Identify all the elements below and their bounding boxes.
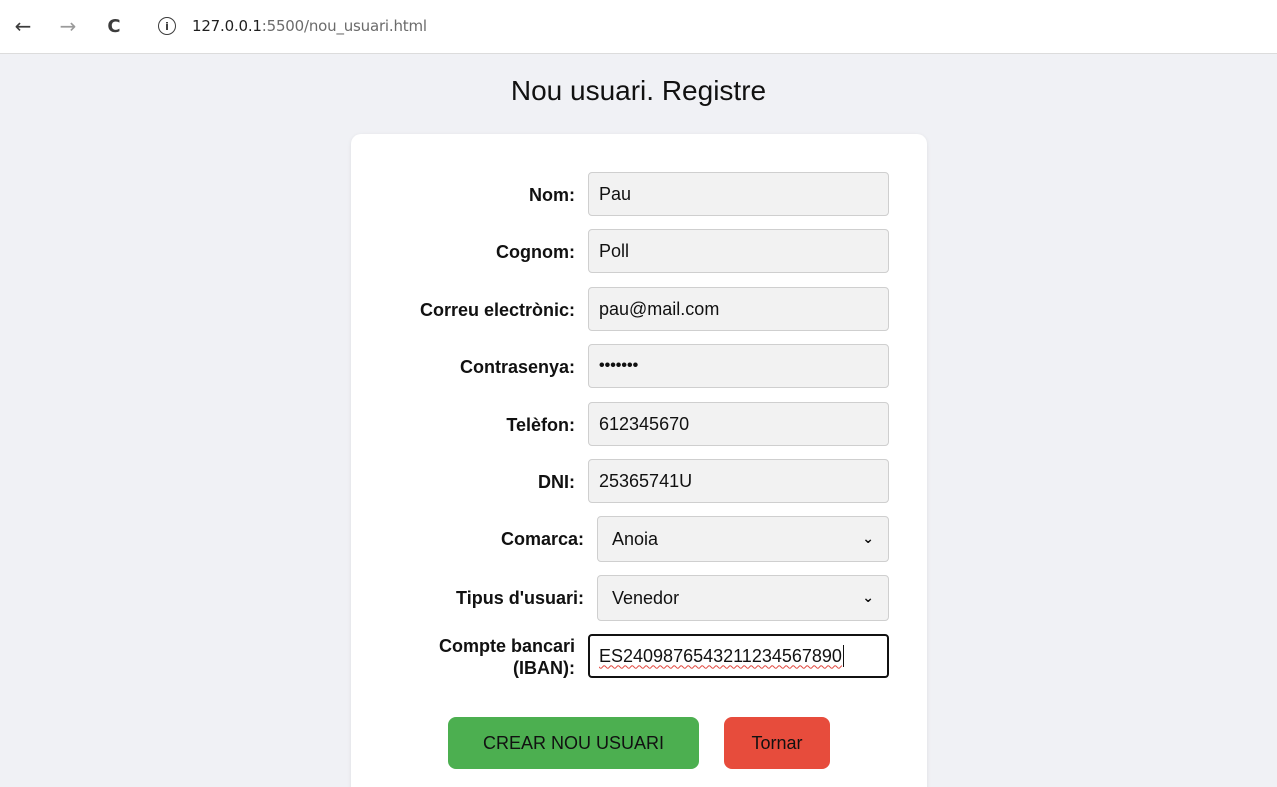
address-bar[interactable]: i 127.0.0.1:5500/nou_usuari.html xyxy=(148,6,1273,46)
back-arrow-icon[interactable]: ← xyxy=(10,12,36,40)
text-caret xyxy=(842,645,844,667)
nom-input[interactable]: Pau xyxy=(588,172,889,216)
cognom-label: Cognom: xyxy=(496,242,575,262)
create-user-button[interactable]: CREAR NOU USUARI xyxy=(448,717,699,769)
url-text: 127.0.0.1:5500/nou_usuari.html xyxy=(192,17,427,35)
page-title: Nou usuari. Registre xyxy=(510,75,767,106)
email-label: Correu electrònic: xyxy=(419,300,575,320)
email-input[interactable]: pau@mail.com xyxy=(588,287,889,331)
password-input[interactable]: ••••••• xyxy=(588,344,889,388)
reload-icon[interactable]: C xyxy=(101,12,127,40)
forward-arrow-icon[interactable]: → xyxy=(55,12,81,40)
comarca-label: Comarca: xyxy=(500,529,584,549)
back-button[interactable]: Tornar xyxy=(724,717,830,769)
nom-label: Nom: xyxy=(529,185,575,205)
iban-label-line1: Compte bancari xyxy=(438,636,575,656)
iban-label: Compte bancari (IBAN): xyxy=(439,635,575,679)
site-info-icon[interactable]: i xyxy=(158,17,176,35)
tipus-label: Tipus d'usuari: xyxy=(456,588,584,608)
tipus-selected: Venedor xyxy=(612,587,680,608)
password-label: Contrasenya: xyxy=(459,357,575,377)
tipus-select[interactable]: Venedor ⌄ xyxy=(597,575,889,621)
register-form: Nom: Pau Cognom: Poll Correu electrònic:… xyxy=(351,134,927,787)
telefon-label: Telèfon: xyxy=(506,415,575,435)
telefon-input[interactable]: 612345670 xyxy=(588,402,889,446)
dni-label: DNI: xyxy=(538,472,575,492)
browser-toolbar: ← → C i 127.0.0.1:5500/nou_usuari.html xyxy=(0,0,1277,54)
comarca-select[interactable]: Anoia ⌄ xyxy=(597,516,889,562)
dni-input[interactable]: 25365741U xyxy=(588,459,889,503)
chevron-down-icon: ⌄ xyxy=(862,531,874,547)
iban-value: ES2409876543211234567890 xyxy=(599,645,842,666)
chevron-down-icon: ⌄ xyxy=(862,590,874,606)
comarca-selected: Anoia xyxy=(612,528,659,549)
iban-label-line2: (IBAN): xyxy=(513,658,575,678)
iban-input[interactable]: ES2409876543211234567890 xyxy=(588,634,889,678)
cognom-input[interactable]: Poll xyxy=(588,229,889,273)
